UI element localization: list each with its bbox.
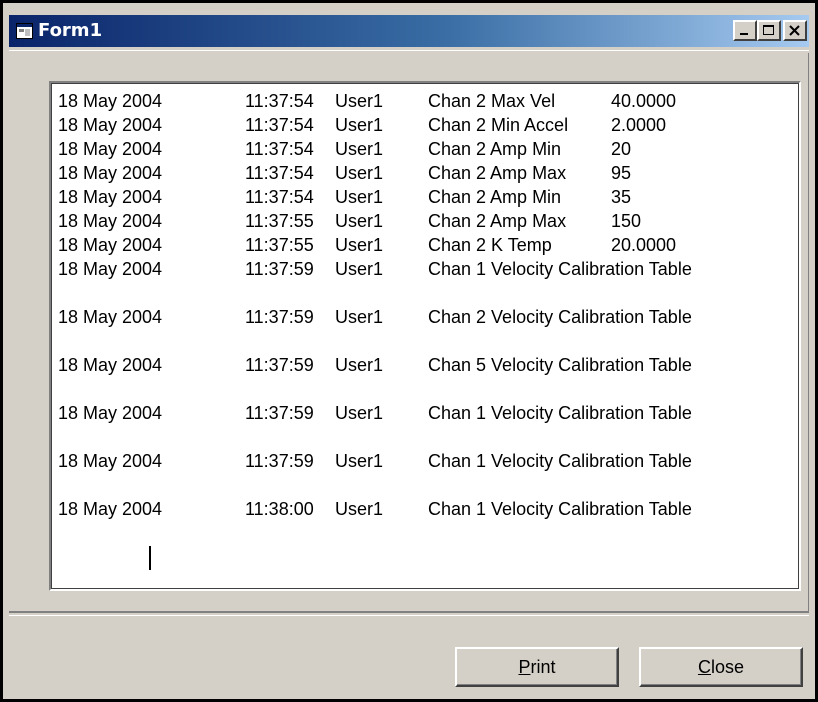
text-cursor	[149, 546, 151, 570]
log-user: User1	[335, 211, 384, 231]
log-time: 11:37:59	[245, 451, 314, 471]
log-description: Chan 1 Velocity Calibration Table	[428, 451, 692, 471]
window-title: Form1	[38, 20, 103, 41]
form1-window: Form1 18 May 2004 11:37:54 User1 Chan 2 Max…	[0, 0, 818, 702]
close-window-button[interactable]	[783, 20, 807, 41]
log-user: User1	[335, 235, 384, 255]
log-description: Chan 2 Min Accel	[428, 115, 569, 135]
log-user: User1	[335, 499, 384, 519]
log-description: Chan 2 Velocity Calibration Table	[428, 307, 692, 327]
log-time: 11:37:55	[245, 235, 314, 255]
log-time: 11:37:59	[245, 355, 314, 375]
print-mnemonic: P	[518, 657, 531, 677]
log-date: 18 May 2004	[58, 163, 163, 183]
log-time: 11:37:59	[245, 403, 314, 423]
log-time: 11:37:54	[245, 139, 314, 159]
log-date: 18 May 2004	[58, 115, 163, 135]
log-user: User1	[335, 355, 384, 375]
log-description: Chan 2 Amp Min	[428, 187, 562, 207]
log-description: Chan 2 Amp Min	[428, 139, 562, 159]
close-mnemonic: C	[697, 657, 711, 677]
log-time: 11:38:00	[245, 499, 314, 519]
log-user: User1	[335, 451, 384, 471]
log-time: 11:37:54	[245, 91, 314, 111]
log-date: 18 May 2004	[58, 187, 163, 207]
log-description: Chan 5 Velocity Calibration Table	[428, 355, 692, 375]
log-date: 18 May 2004	[58, 91, 163, 111]
log-date: 18 May 2004	[58, 211, 163, 231]
log-description: Chan 2 K Temp	[428, 235, 552, 255]
log-date: 18 May 2004	[58, 499, 163, 519]
minimize-icon	[740, 33, 748, 35]
close-label-rest: lose	[710, 657, 745, 677]
log-user: User1	[335, 403, 384, 423]
log-description: Chan 2 Amp Max	[428, 211, 567, 231]
log-user: User1	[335, 259, 384, 279]
maximize-icon	[763, 25, 774, 35]
log-time: 11:37:55	[245, 211, 314, 231]
log-user: User1	[335, 115, 384, 135]
log-date: 18 May 2004	[58, 139, 163, 159]
close-button[interactable]: Close	[639, 647, 803, 687]
log-date: 18 May 2004	[58, 451, 163, 471]
print-button[interactable]: Print	[455, 647, 619, 687]
log-date: 18 May 2004	[58, 355, 163, 375]
log-description: Chan 1 Velocity Calibration Table	[428, 499, 692, 519]
close-icon	[789, 25, 800, 36]
log-date: 18 May 2004	[58, 403, 163, 423]
panel-separator	[9, 615, 809, 616]
print-label-rest: rint	[530, 657, 556, 677]
log-value: 2.0000	[611, 115, 667, 135]
log-description: Chan 2 Amp Max	[428, 163, 567, 183]
log-time: 11:37:54	[245, 187, 314, 207]
client-edge-top	[9, 50, 809, 51]
log-value: 20	[611, 139, 632, 159]
log-user: User1	[335, 307, 384, 327]
app-icon[interactable]	[16, 23, 33, 39]
log-time: 11:37:59	[245, 307, 314, 327]
minimize-button[interactable]	[733, 20, 757, 41]
log-time: 11:37:59	[245, 259, 314, 279]
log-date: 18 May 2004	[58, 307, 163, 327]
log-value: 40.0000	[611, 91, 677, 111]
log-user: User1	[335, 139, 384, 159]
log-description: Chan 1 Velocity Calibration Table	[428, 403, 692, 423]
log-time: 11:37:54	[245, 163, 314, 183]
log-value: 150	[611, 211, 642, 231]
log-user: User1	[335, 163, 384, 183]
log-date: 18 May 2004	[58, 235, 163, 255]
log-value: 20.0000	[611, 235, 677, 255]
audit-log-listbox[interactable]: 18 May 2004 11:37:54 User1 Chan 2 Max Vel 40…	[49, 81, 801, 591]
log-user: User1	[335, 91, 384, 111]
log-value: 95	[611, 163, 632, 183]
maximize-button[interactable]	[757, 20, 781, 41]
log-description: Chan 1 Velocity Calibration Table	[428, 259, 692, 279]
log-date: 18 May 2004	[58, 259, 163, 279]
log-time: 11:37:54	[245, 115, 314, 135]
log-description: Chan 2 Max Vel	[428, 91, 556, 111]
log-value: 35	[611, 187, 632, 207]
log-user: User1	[335, 187, 384, 207]
title-bar[interactable]: Form1	[9, 15, 809, 47]
